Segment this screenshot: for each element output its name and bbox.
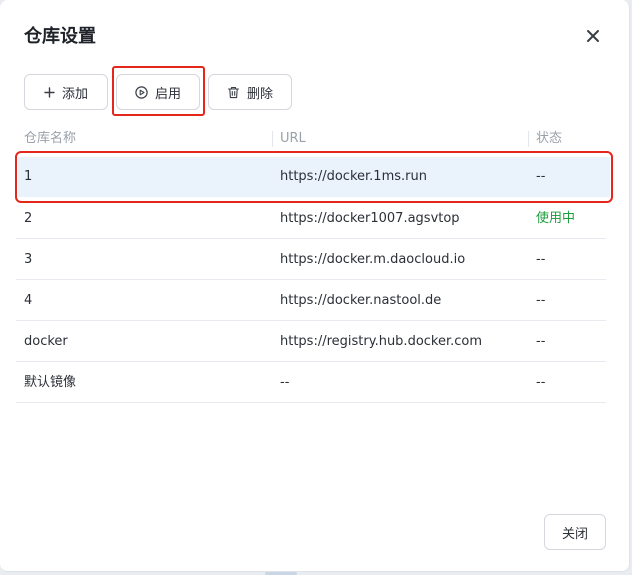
close-icon [587, 30, 599, 42]
add-button[interactable]: 添加 [24, 74, 108, 110]
table-row[interactable]: docker https://registry.hub.docker.com -… [16, 322, 606, 362]
plus-icon [44, 86, 55, 98]
cell-status: -- [536, 169, 546, 184]
add-button-label: 添加 [61, 86, 88, 102]
column-header-url: URL [280, 131, 306, 146]
table-row[interactable]: 默认镜像 -- -- [16, 363, 606, 403]
table-row[interactable]: 4 https://docker.nastool.de -- [16, 281, 606, 321]
cell-name: docker [24, 334, 68, 349]
close-dialog-button-label: 关闭 [561, 526, 588, 542]
column-divider [528, 131, 529, 147]
cell-url: https://docker.1ms.run [280, 169, 427, 184]
cell-status: -- [536, 334, 546, 349]
cell-url: https://docker.m.daocloud.io [280, 252, 466, 267]
cell-url: https://docker.nastool.de [280, 293, 442, 308]
table-row[interactable]: 1 https://docker.1ms.run -- [18, 157, 610, 197]
column-divider [272, 131, 273, 147]
repository-settings-dialog: 仓库设置 添加 启用 删除 仓库名称 URL 状态 1 https://dock… [0, 0, 630, 572]
cell-url: https://registry.hub.docker.com [280, 334, 483, 349]
cell-name: 3 [24, 252, 33, 267]
cell-name: 默认镜像 [24, 375, 77, 390]
close-dialog-button[interactable]: 关闭 [544, 514, 606, 550]
column-header-status: 状态 [536, 131, 563, 146]
cell-name: 2 [24, 211, 33, 226]
cell-url: -- [280, 375, 290, 390]
dialog-title: 仓库设置 [24, 26, 96, 47]
enable-button[interactable]: 启用 [116, 74, 200, 110]
cell-name: 1 [24, 169, 33, 184]
close-button[interactable] [582, 25, 604, 47]
delete-button-label: 删除 [246, 86, 273, 102]
cell-status: -- [536, 375, 546, 390]
enable-button-label: 启用 [154, 86, 181, 102]
cell-status: -- [536, 252, 546, 267]
cell-status: 使用中 [536, 211, 576, 226]
table-row[interactable]: 2 https://docker1007.agsvtop 使用中 [16, 199, 606, 239]
cell-url: https://docker1007.agsvtop [280, 211, 460, 226]
table-row[interactable]: 3 https://docker.m.daocloud.io -- [16, 240, 606, 280]
column-header-name: 仓库名称 [24, 131, 77, 146]
trash-icon [227, 86, 240, 98]
cell-name: 4 [24, 293, 33, 308]
cell-status: -- [536, 293, 546, 308]
delete-button[interactable]: 删除 [208, 74, 292, 110]
play-circle-icon [135, 85, 148, 99]
